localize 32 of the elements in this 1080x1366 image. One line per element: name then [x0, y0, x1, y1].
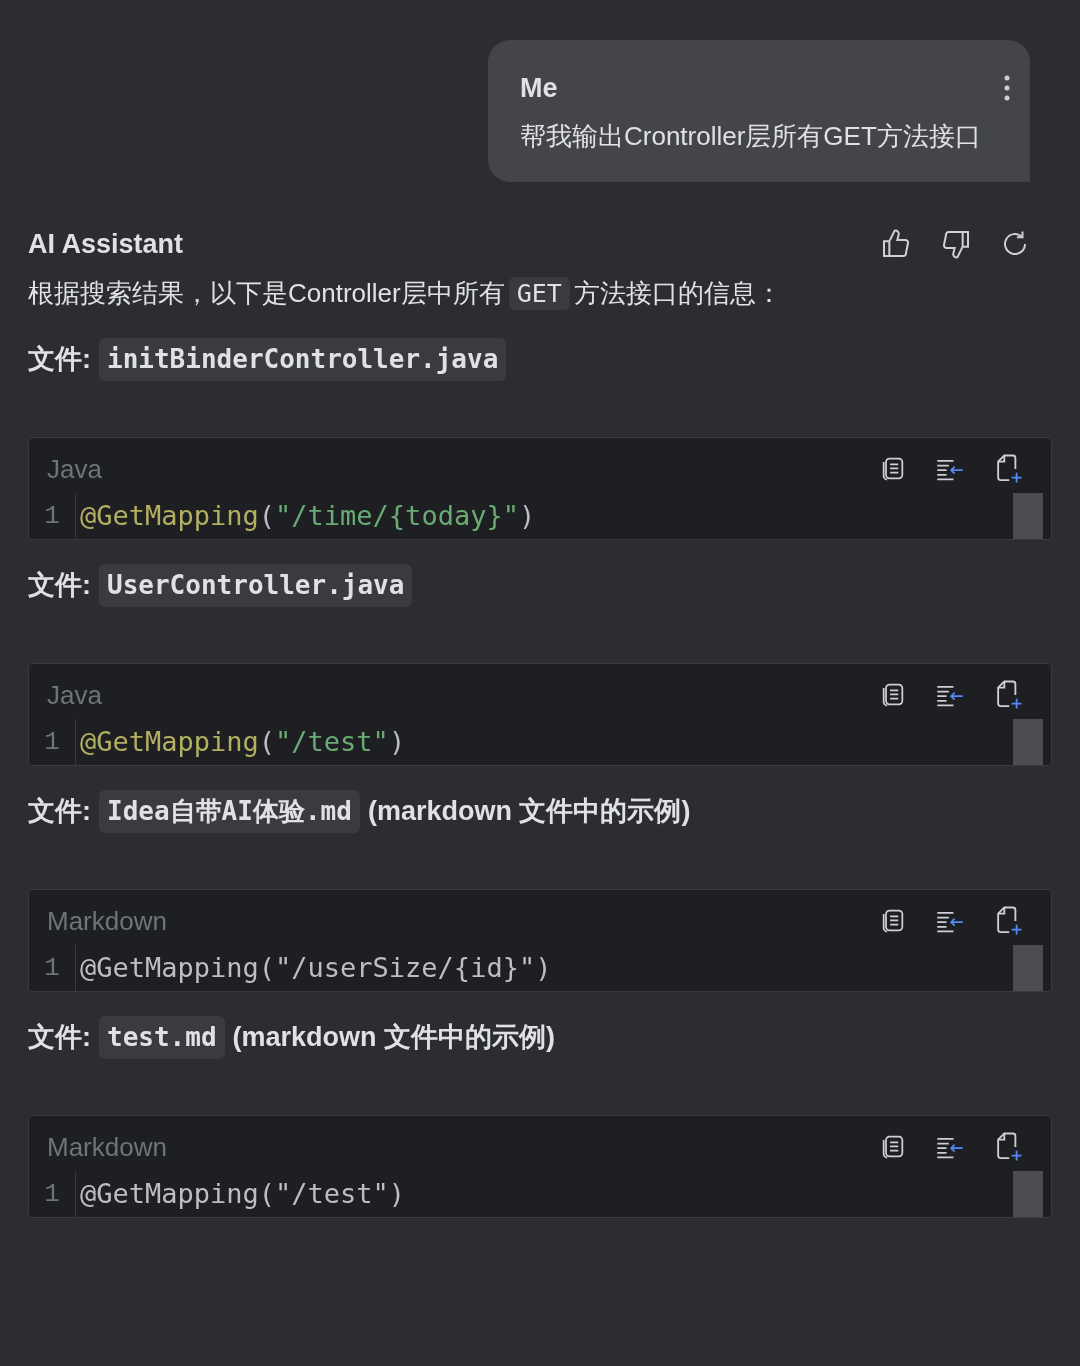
message-author: Me: [520, 72, 558, 105]
message-text: 帮我输出Crontroller层所有GET方法接口: [520, 119, 982, 153]
code-line: @GetMapping("/userSize/{id}"): [79, 950, 553, 985]
file-label: 文件:: [28, 342, 91, 376]
line-number: 1: [43, 725, 61, 759]
language-label: Java: [47, 452, 102, 486]
code-line: @GetMapping("/test"): [79, 724, 407, 759]
line-number: 1: [43, 1177, 61, 1211]
line-number: 1: [43, 951, 61, 985]
file-note: (markdown 文件中的示例): [367, 794, 691, 828]
language-label: Java: [47, 678, 102, 712]
scrollbar[interactable]: [1013, 492, 1043, 539]
scrollbar[interactable]: [1013, 718, 1043, 765]
response-text: 根据搜索结果，以下是Controller层中所有 GET 方法接口的信息：: [27, 275, 783, 312]
file-name: Idea自带AI体验.md: [99, 789, 360, 833]
file-label: 文件:: [28, 794, 91, 828]
file-name: initBinderController.java: [99, 337, 507, 381]
more-icon[interactable]: [1004, 75, 1010, 102]
code-line: @GetMapping("/time/{today}"): [79, 498, 537, 533]
file-note: (markdown 文件中的示例): [232, 1020, 556, 1054]
assistant-name: AI Assistant: [28, 228, 184, 261]
file-label: 文件:: [28, 568, 91, 602]
file-label: 文件:: [28, 1020, 91, 1054]
file-name: UserController.java: [99, 563, 413, 607]
scrollbar[interactable]: [1013, 944, 1043, 991]
file-name: test.md: [99, 1015, 225, 1059]
language-label: Markdown: [47, 904, 167, 938]
scrollbar[interactable]: [1013, 1170, 1043, 1217]
thumbs-down-icon[interactable]: [940, 228, 972, 261]
line-number: 1: [43, 499, 61, 533]
language-label: Markdown: [47, 1130, 167, 1164]
code-line: @GetMapping("/test"): [79, 1176, 407, 1211]
